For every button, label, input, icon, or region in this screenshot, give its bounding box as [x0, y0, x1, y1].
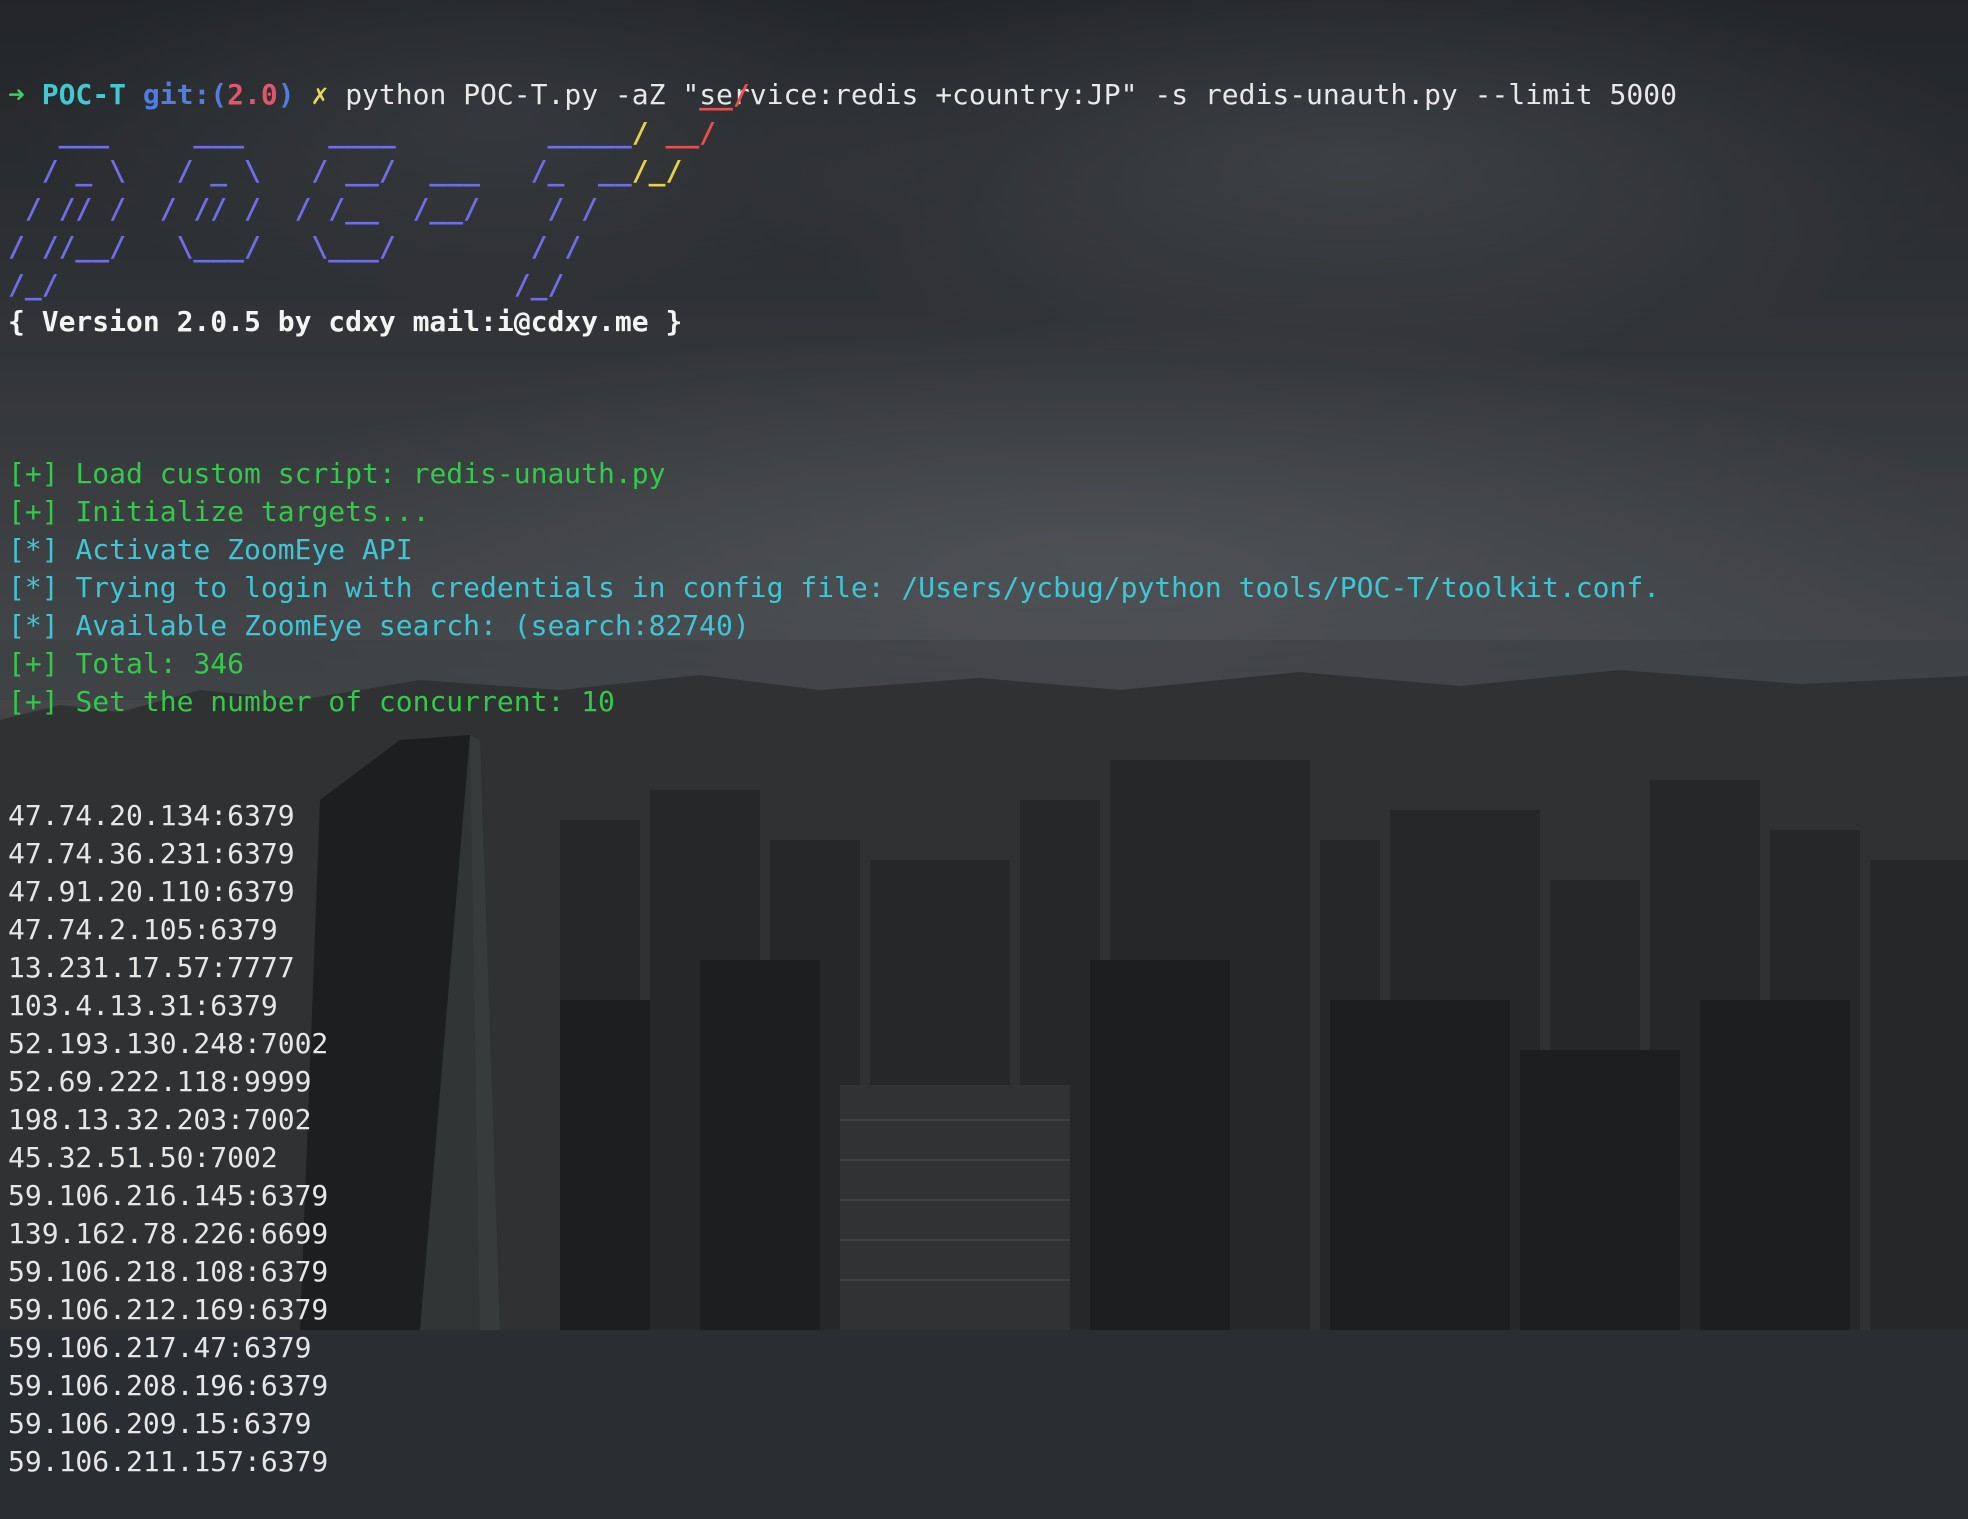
target-address: 47.91.20.110:6379 [8, 875, 295, 908]
target-address: 198.13.32.203:7002 [8, 1103, 312, 1136]
target-address: 47.74.2.105:6379 [8, 913, 278, 946]
status-text: Load custom script: redis-unauth.py [75, 457, 666, 490]
log-output: [+] Load custom script: redis-unauth.py[… [8, 379, 1660, 1519]
status-prefix: [+] [8, 685, 59, 718]
status-text: Total: 346 [75, 647, 245, 680]
target-address: 13.231.17.57:7777 [8, 951, 295, 984]
target-address: 59.106.208.196:6379 [8, 1369, 329, 1402]
target-address: 59.106.211.157:6379 [8, 1445, 329, 1478]
status-prefix: [+] [8, 495, 59, 528]
target-address: 52.69.222.118:9999 [8, 1065, 312, 1098]
status-prefix: [+] [8, 647, 59, 680]
status-message: [+] Initialize targets... [8, 493, 1660, 531]
status-text: Set the number of concurrent: 10 [75, 685, 615, 718]
status-prefix: [*] [8, 609, 59, 642]
status-message: [*] Available ZoomEye search: (search:82… [8, 607, 1660, 645]
status-message: [*] Activate ZoomEye API [8, 531, 1660, 569]
target-address: 59.106.217.47:6379 [8, 1331, 312, 1364]
status-message: [+] Total: 346 [8, 645, 1660, 683]
status-prefix: [*] [8, 571, 59, 604]
status-text: Activate ZoomEye API [75, 533, 413, 566]
target-address: 52.193.130.248:7002 [8, 1027, 329, 1060]
target-address: 139.162.78.226:6699 [8, 1217, 329, 1250]
status-text: Available ZoomEye search: (search:82740) [75, 609, 750, 642]
target-address: 47.74.20.134:6379 [8, 799, 295, 832]
target-address: 59.106.216.145:6379 [8, 1179, 329, 1212]
poc-t-ascii-logo: __/ ___ ___ ____ _____/ __/ / _ \ / _ \ … [8, 78, 750, 301]
status-message: [+] Load custom script: redis-unauth.py [8, 455, 1660, 493]
target-address: 103.4.13.31:6379 [8, 989, 278, 1022]
status-prefix: [*] [8, 533, 59, 566]
target-address: 59.106.209.15:6379 [8, 1407, 312, 1440]
status-text: Trying to login with credentials in conf… [75, 571, 1661, 604]
version-banner: { Version 2.0.5 by cdxy mail:i@cdxy.me } [8, 305, 683, 338]
target-list: 47.74.20.134:6379 47.74.36.231:6379 47.91.… [8, 797, 1660, 1481]
status-message-list: [+] Load custom script: redis-unauth.py[… [8, 455, 1660, 721]
target-address: 47.74.36.231:6379 [8, 837, 295, 870]
status-message: [+] Set the number of concurrent: 10 [8, 683, 1660, 721]
target-address: 59.106.218.108:6379 [8, 1255, 329, 1288]
status-prefix: [+] [8, 457, 59, 490]
target-address: 45.32.51.50:7002 [8, 1141, 278, 1174]
status-text: Initialize targets... [75, 495, 430, 528]
target-address: 59.106.212.169:6379 [8, 1293, 329, 1326]
status-message: [*] Trying to login with credentials in … [8, 569, 1660, 607]
